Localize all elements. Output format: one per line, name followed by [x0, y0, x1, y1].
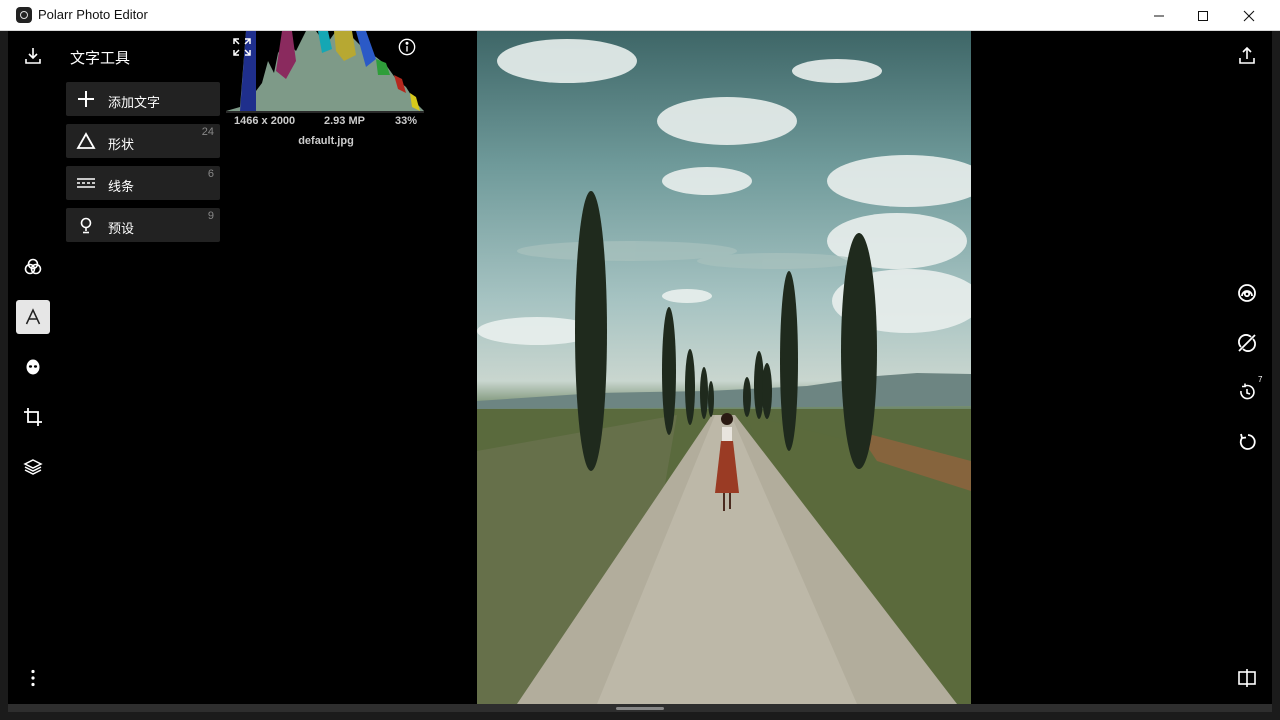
- color-circles-icon: [24, 258, 42, 275]
- shapes-count: 24: [201, 126, 214, 138]
- adjustments-button[interactable]: [16, 250, 50, 284]
- title-bar: Polarr Photo Editor: [0, 0, 1280, 31]
- layers-button[interactable]: [16, 450, 50, 484]
- maximize-button[interactable]: [1180, 0, 1226, 31]
- editor-workspace: 文字工具 添加文字 形状 24 线条 6 预设 9 1466 x 2000 2.…: [8, 31, 1272, 704]
- compare-split-icon: [1238, 669, 1256, 687]
- photo-canvas[interactable]: [477, 31, 971, 704]
- close-icon: [1243, 10, 1255, 21]
- history-count-badge: 7: [1258, 375, 1263, 384]
- crop-icon: [24, 408, 42, 426]
- lightbulb-icon: [80, 217, 92, 234]
- scroll-thumb[interactable]: [616, 707, 664, 710]
- minimize-icon: [1154, 15, 1164, 16]
- add-text-button[interactable]: 添加文字: [66, 82, 220, 116]
- close-button[interactable]: [1226, 0, 1272, 31]
- triangle-icon: [76, 132, 96, 149]
- presets-count: 9: [207, 210, 214, 222]
- app-logo-icon: [16, 7, 32, 23]
- more-vertical-icon: [31, 669, 35, 687]
- panel-title: 文字工具: [70, 50, 131, 67]
- shapes-label: 形状: [108, 137, 135, 152]
- presets-button[interactable]: 预设 9: [66, 208, 220, 242]
- reset-button[interactable]: [1230, 425, 1264, 459]
- histogram: [226, 31, 426, 113]
- add-text-label: 添加文字: [108, 95, 161, 110]
- slash-circle-icon: [1238, 334, 1256, 352]
- window-title: Polarr Photo Editor: [38, 7, 148, 22]
- compare-button[interactable]: [1230, 661, 1264, 695]
- minimize-button[interactable]: [1136, 0, 1182, 31]
- more-menu-button[interactable]: [16, 661, 50, 695]
- face-tool-button[interactable]: [16, 350, 50, 384]
- face-icon: [26, 359, 40, 375]
- history-icon: [1240, 383, 1255, 400]
- download-button[interactable]: [16, 39, 50, 73]
- zoom-level: 33%: [395, 115, 418, 127]
- spiral-icon: [1238, 284, 1256, 302]
- export-button[interactable]: [1230, 39, 1264, 73]
- download-icon: [25, 48, 41, 64]
- lines-icon: [77, 178, 95, 188]
- plus-icon: [78, 91, 94, 107]
- horizontal-scrollbar[interactable]: [8, 704, 1272, 712]
- info-icon[interactable]: [398, 38, 416, 56]
- image-dimensions: 1466 x 2000: [234, 115, 296, 127]
- image-megapixels: 2.93 MP: [324, 115, 365, 127]
- crop-button[interactable]: [16, 400, 50, 434]
- lines-count: 6: [207, 168, 214, 180]
- lines-label: 线条: [108, 179, 135, 194]
- layers-icon: [23, 459, 43, 475]
- image-filename: default.jpg: [298, 135, 354, 147]
- text-a-icon: [25, 308, 41, 325]
- text-tool-button[interactable]: [16, 300, 50, 334]
- undo-arrow-icon: [1239, 433, 1256, 450]
- expand-icon[interactable]: [232, 37, 252, 57]
- auto-enhance-button[interactable]: [1230, 276, 1264, 310]
- lines-button[interactable]: 线条 6: [66, 166, 220, 200]
- upload-icon: [1239, 46, 1255, 64]
- shapes-button[interactable]: 形状 24: [66, 124, 220, 158]
- presets-label: 预设: [108, 221, 135, 236]
- toggle-filter-button[interactable]: [1230, 326, 1264, 360]
- maximize-icon: [1198, 10, 1208, 21]
